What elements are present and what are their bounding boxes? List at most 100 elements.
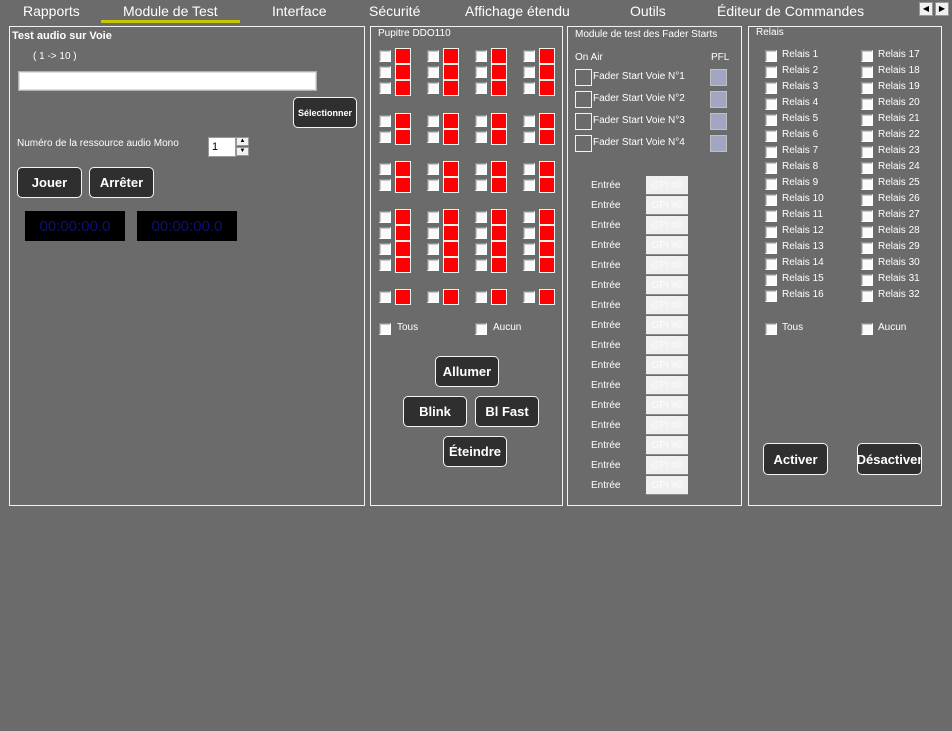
pupitre-key-checkbox[interactable]	[523, 291, 535, 303]
pupitre-key-checkbox[interactable]	[523, 50, 535, 62]
pupitre-key-checkbox[interactable]	[379, 131, 391, 143]
pupitre-key-checkbox[interactable]	[379, 243, 391, 255]
mono-spin-field[interactable]: 1	[208, 137, 236, 157]
pupitre-key-checkbox[interactable]	[523, 211, 535, 223]
pupitre-key-checkbox[interactable]	[379, 163, 391, 175]
pupitre-key-checkbox[interactable]	[427, 82, 439, 94]
gpi-field[interactable]: GPI #0	[646, 376, 688, 395]
tab-affichage-etendu[interactable]: Affichage étendu	[465, 3, 570, 19]
gpi-field[interactable]: GPI #0	[646, 216, 688, 235]
spin-down-icon[interactable]: ▼	[236, 147, 249, 156]
gpi-field[interactable]: GPI #0	[646, 456, 688, 475]
relais-checkbox[interactable]	[765, 146, 777, 158]
pupitre-key-checkbox[interactable]	[427, 211, 439, 223]
pupitre-key-checkbox[interactable]	[523, 115, 535, 127]
relais-checkbox[interactable]	[765, 194, 777, 206]
pupitre-key-checkbox[interactable]	[475, 243, 487, 255]
blink-button[interactable]: Blink	[403, 396, 467, 427]
tab-interface[interactable]: Interface	[272, 3, 326, 19]
relais-checkbox[interactable]	[861, 98, 873, 110]
relais-checkbox[interactable]	[765, 66, 777, 78]
pupitre-key-checkbox[interactable]	[427, 131, 439, 143]
pupitre-key-checkbox[interactable]	[427, 179, 439, 191]
on-air-checkbox[interactable]	[575, 135, 592, 152]
relais-checkbox[interactable]	[861, 258, 873, 270]
pupitre-key-checkbox[interactable]	[379, 227, 391, 239]
pupitre-key-checkbox[interactable]	[379, 66, 391, 78]
pupitre-key-checkbox[interactable]	[475, 163, 487, 175]
relais-checkbox[interactable]	[765, 98, 777, 110]
allumer-button[interactable]: Allumer	[435, 356, 499, 387]
tab-editeur-de-commandes[interactable]: Éditeur de Commandes	[717, 3, 864, 19]
pupitre-key-checkbox[interactable]	[475, 291, 487, 303]
pupitre-key-checkbox[interactable]	[379, 259, 391, 271]
pupitre-key-checkbox[interactable]	[427, 50, 439, 62]
relais-checkbox[interactable]	[861, 146, 873, 158]
pupitre-key-checkbox[interactable]	[523, 227, 535, 239]
activate-button[interactable]: Activer	[763, 443, 828, 475]
relais-checkbox[interactable]	[861, 162, 873, 174]
relais-checkbox[interactable]	[765, 242, 777, 254]
relais-checkbox[interactable]	[861, 210, 873, 222]
pupitre-key-checkbox[interactable]	[427, 259, 439, 271]
on-air-checkbox[interactable]	[575, 113, 592, 130]
pupitre-key-checkbox[interactable]	[475, 211, 487, 223]
pupitre-key-checkbox[interactable]	[475, 66, 487, 78]
pupitre-key-checkbox[interactable]	[475, 227, 487, 239]
pupitre-key-checkbox[interactable]	[523, 243, 535, 255]
relais-checkbox[interactable]	[765, 82, 777, 94]
pupitre-key-checkbox[interactable]	[427, 115, 439, 127]
relais-checkbox[interactable]	[861, 50, 873, 62]
pupitre-key-checkbox[interactable]	[523, 82, 535, 94]
relais-checkbox[interactable]	[861, 130, 873, 142]
relais-checkbox[interactable]	[765, 226, 777, 238]
pupitre-key-checkbox[interactable]	[379, 82, 391, 94]
relais-checkbox[interactable]	[765, 274, 777, 286]
tab-securite[interactable]: Sécurité	[369, 3, 420, 19]
pupitre-key-checkbox[interactable]	[475, 115, 487, 127]
relais-checkbox[interactable]	[765, 162, 777, 174]
pupitre-key-checkbox[interactable]	[475, 50, 487, 62]
tab-module-de-test[interactable]: Module de Test	[101, 3, 240, 23]
relais-checkbox[interactable]	[861, 242, 873, 254]
on-air-checkbox[interactable]	[575, 69, 592, 86]
pupitre-key-checkbox[interactable]	[427, 163, 439, 175]
pupitre-all-checkbox[interactable]	[379, 323, 391, 335]
relais-checkbox[interactable]	[765, 210, 777, 222]
stop-button[interactable]: Arrêter	[89, 167, 154, 198]
gpi-field[interactable]: GPI #0	[646, 256, 688, 275]
relais-checkbox[interactable]	[861, 194, 873, 206]
tab-scroll-left-icon[interactable]: ◀	[919, 2, 933, 16]
relais-none-checkbox[interactable]	[861, 323, 873, 335]
relais-checkbox[interactable]	[861, 82, 873, 94]
eteindre-button[interactable]: Éteindre	[443, 436, 507, 467]
blink-fast-button[interactable]: Bl Fast	[475, 396, 539, 427]
pupitre-key-checkbox[interactable]	[523, 179, 535, 191]
relais-checkbox[interactable]	[861, 226, 873, 238]
gpi-field[interactable]: GPI #0	[646, 196, 688, 215]
relais-checkbox[interactable]	[765, 130, 777, 142]
tab-rapports[interactable]: Rapports	[23, 3, 80, 19]
relais-checkbox[interactable]	[765, 258, 777, 270]
relais-checkbox[interactable]	[861, 114, 873, 126]
gpi-field[interactable]: GPI #0	[646, 436, 688, 455]
pfl-indicator[interactable]	[710, 91, 727, 108]
pupitre-key-checkbox[interactable]	[427, 66, 439, 78]
voie-input[interactable]	[18, 71, 317, 91]
gpi-field[interactable]: GPI #0	[646, 356, 688, 375]
pupitre-none-checkbox[interactable]	[475, 323, 487, 335]
gpi-field[interactable]: GPI #0	[646, 176, 688, 195]
relais-all-checkbox[interactable]	[765, 323, 777, 335]
gpi-field[interactable]: GPI #0	[646, 476, 688, 495]
gpi-field[interactable]: GPI #0	[646, 316, 688, 335]
gpi-field[interactable]: GPI #0	[646, 396, 688, 415]
gpi-field[interactable]: GPI #0	[646, 336, 688, 355]
pupitre-key-checkbox[interactable]	[379, 115, 391, 127]
pupitre-key-checkbox[interactable]	[427, 243, 439, 255]
pupitre-key-checkbox[interactable]	[427, 227, 439, 239]
pfl-indicator[interactable]	[710, 69, 727, 86]
relais-checkbox[interactable]	[765, 290, 777, 302]
pupitre-key-checkbox[interactable]	[475, 131, 487, 143]
pupitre-key-checkbox[interactable]	[523, 259, 535, 271]
pupitre-key-checkbox[interactable]	[379, 179, 391, 191]
